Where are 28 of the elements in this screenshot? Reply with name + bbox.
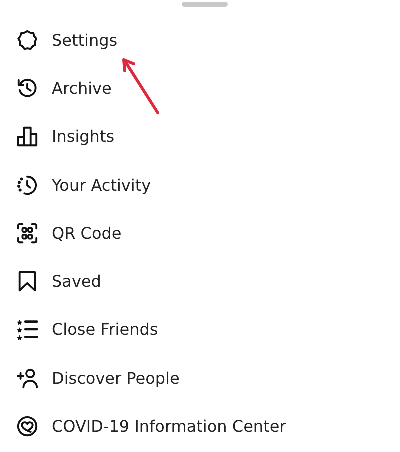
history-icon [16,76,39,100]
menu-label: Your Activity [52,176,152,195]
menu-label: Saved [52,272,102,292]
gear-icon [16,28,39,52]
menu-label: Close Friends [52,320,158,340]
menu-item[interactable]: Close Friends [0,306,400,354]
menu-label: Insights [52,127,115,146]
menu-item[interactable]: Archive [0,64,400,113]
bookmark-icon [16,270,39,294]
menu-item[interactable]: COVID-19 Information Center [0,402,400,451]
menu-label: COVID-19 Information Center [52,417,286,436]
menu-label: Archive [52,78,112,98]
menu-item[interactable]: Insights [0,112,400,161]
star-list-icon [16,318,39,342]
menu-label: Discover People [52,368,180,388]
menu-label: Settings [52,30,118,50]
menu-label: QR Code [52,224,122,243]
menu-item[interactable]: Saved [0,257,400,306]
menu-item[interactable]: Discover People [0,354,400,402]
bar-chart-icon [16,125,39,148]
qr-code-icon [16,222,39,245]
menu-item[interactable]: Your Activity [0,160,400,210]
drag-handle[interactable] [182,2,228,7]
heart-circle-icon [16,415,39,438]
menu-item[interactable]: QR Code [0,209,400,258]
clock-icon [16,174,39,197]
add-person-icon [16,366,39,390]
menu-item[interactable]: Settings [0,16,400,64]
